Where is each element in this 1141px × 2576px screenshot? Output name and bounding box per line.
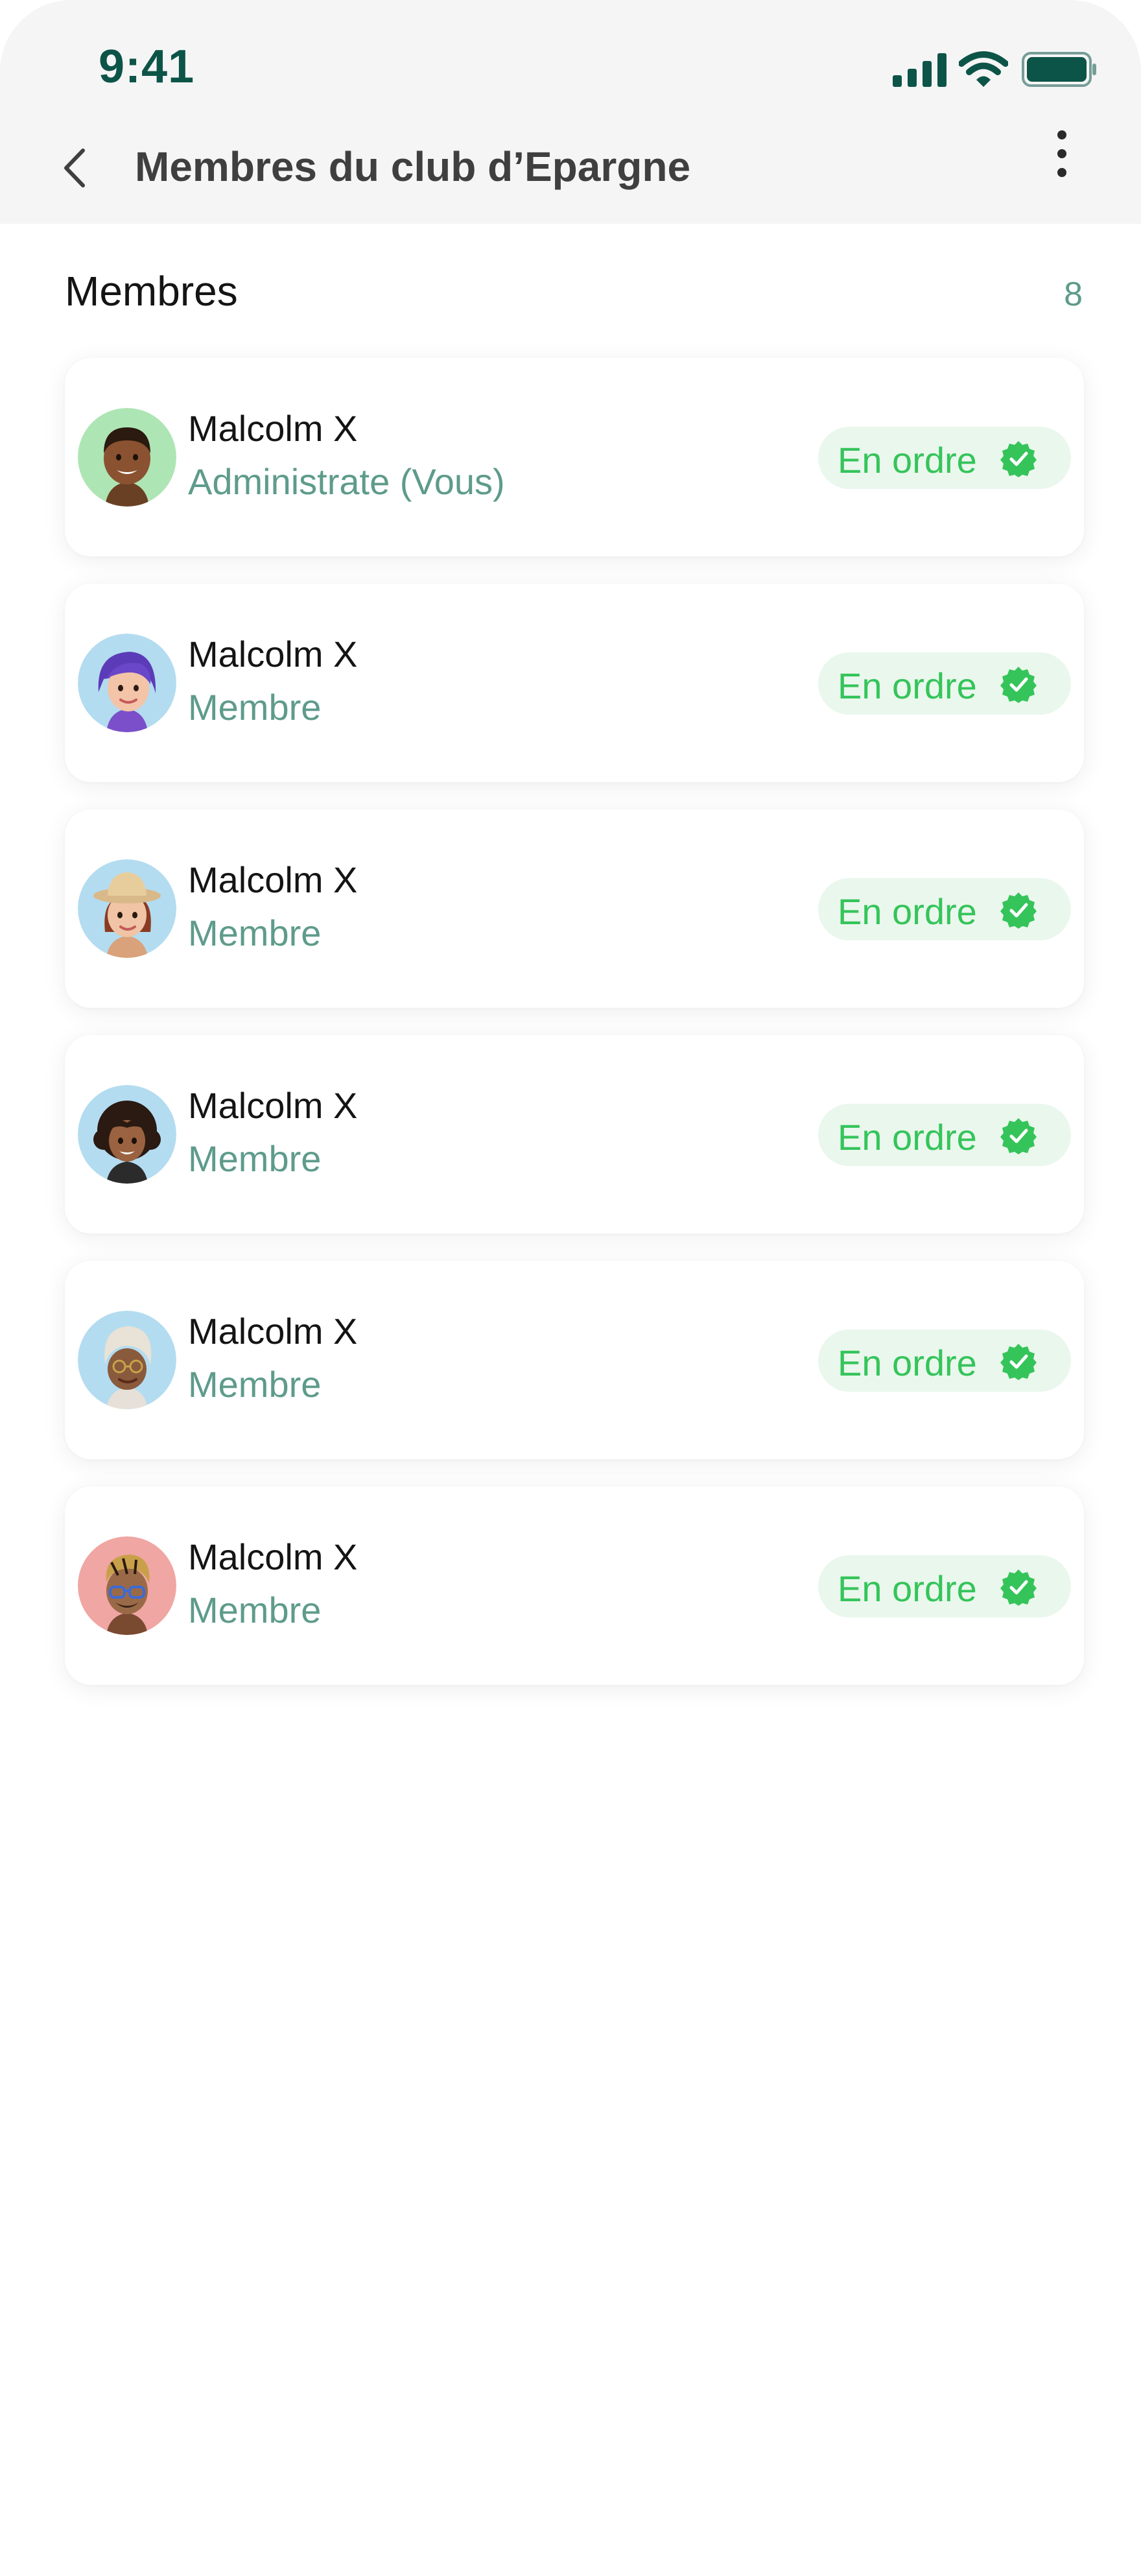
- verified-check-icon: [1000, 1344, 1037, 1380]
- members-count: 8: [1064, 276, 1083, 313]
- member-role: Membre: [188, 1590, 322, 1630]
- page-title: Membres du club d’Epargne: [135, 143, 691, 190]
- status-badge: En ordre: [818, 1104, 1071, 1166]
- phone-screen: 9:41 Membres du club d’Epargne Membres 8…: [0, 0, 1141, 2576]
- verified-check-icon: [1000, 667, 1037, 703]
- member-name: Malcolm X: [188, 634, 358, 674]
- curly-hair-woman-avatar: [78, 1085, 176, 1184]
- verified-check-icon: [1000, 1569, 1037, 1606]
- status-label: En ordre: [838, 1117, 977, 1158]
- member-role: Membre: [188, 1138, 322, 1179]
- top-bar: 9:41 Membres du club d’Epargne: [0, 0, 1141, 224]
- status-badge: En ordre: [818, 652, 1071, 715]
- cellular-signal-icon: [893, 53, 947, 87]
- member-role: Administrate (Vous): [188, 461, 505, 502]
- glasses-man-avatar: [78, 1536, 176, 1635]
- status-label: En ordre: [838, 1568, 977, 1609]
- man-avatar: [78, 408, 176, 507]
- verified-check-icon: [1000, 1118, 1037, 1154]
- hat-woman-avatar: [78, 859, 176, 958]
- status-badge: En ordre: [818, 878, 1071, 940]
- member-role: Membre: [188, 687, 322, 728]
- purple-hair-woman-avatar: [78, 634, 176, 732]
- status-label: En ordre: [838, 1342, 977, 1383]
- member-card[interactable]: Malcolm X Membre En ordre: [65, 1035, 1084, 1234]
- battery-icon: [1022, 52, 1096, 87]
- wifi-icon: [959, 51, 1008, 87]
- verified-check-icon: [1000, 892, 1037, 929]
- status-badge: En ordre: [818, 427, 1071, 489]
- member-name: Malcolm X: [188, 859, 358, 900]
- member-card[interactable]: Malcolm X Membre En ordre: [65, 809, 1084, 1008]
- status-label: En ordre: [838, 891, 977, 932]
- back-chevron-icon[interactable]: [57, 145, 93, 191]
- member-name: Malcolm X: [188, 1536, 358, 1577]
- verified-check-icon: [1000, 441, 1037, 477]
- status-label: En ordre: [838, 440, 977, 481]
- status-badge: En ordre: [818, 1330, 1071, 1392]
- member-role: Membre: [188, 1364, 322, 1405]
- members-section-title: Membres: [65, 268, 238, 315]
- status-badge: En ordre: [818, 1555, 1071, 1617]
- member-name: Malcolm X: [188, 408, 358, 449]
- member-name: Malcolm X: [188, 1085, 358, 1126]
- headwrap-woman-avatar: [78, 1311, 176, 1409]
- more-options-icon[interactable]: [1050, 130, 1074, 178]
- member-card[interactable]: Malcolm X Membre En ordre: [65, 1486, 1084, 1685]
- status-label: En ordre: [838, 665, 977, 706]
- member-card[interactable]: Malcolm X Membre En ordre: [65, 1261, 1084, 1459]
- member-name: Malcolm X: [188, 1311, 358, 1352]
- status-time: 9:41: [99, 41, 195, 93]
- member-card[interactable]: Malcolm X Membre En ordre: [65, 584, 1084, 782]
- member-role: Membre: [188, 912, 322, 953]
- member-card[interactable]: Malcolm X Administrate (Vous) En ordre: [65, 358, 1084, 556]
